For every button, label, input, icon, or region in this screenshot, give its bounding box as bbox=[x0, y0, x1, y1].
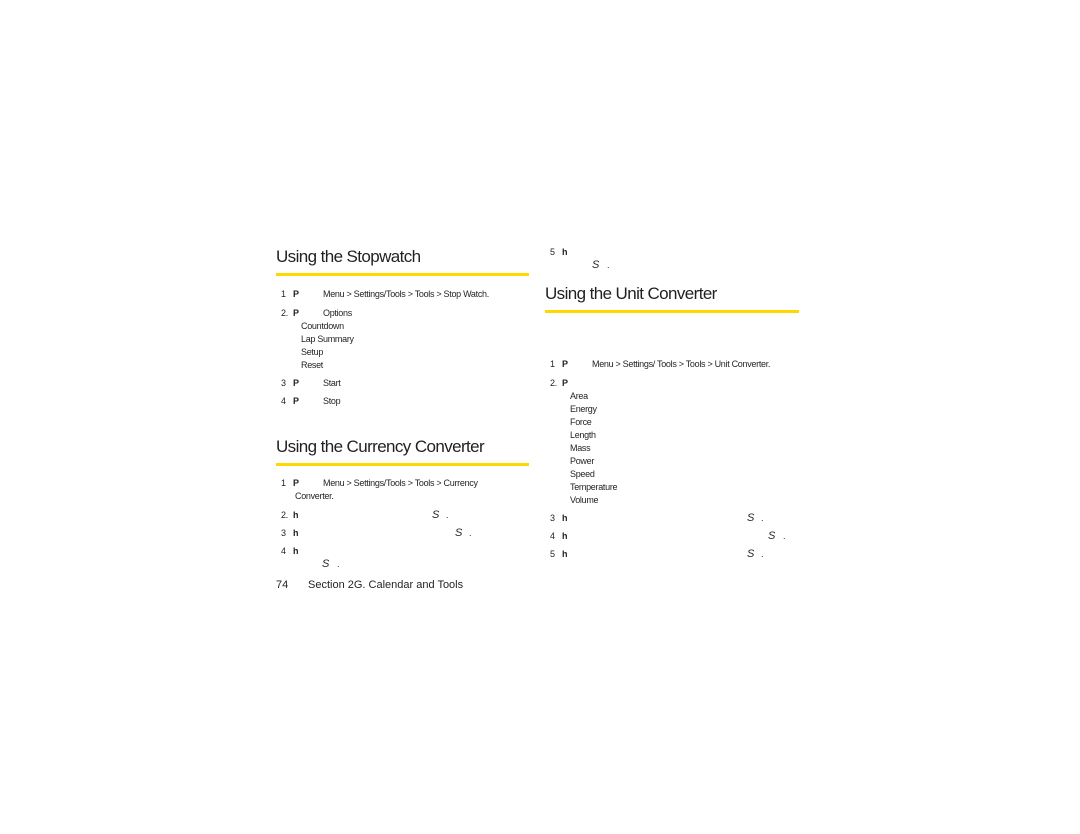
stopwatch-step-3: 3 P Start bbox=[276, 377, 529, 390]
step-number: 3 bbox=[550, 513, 555, 523]
press-key-icon: P bbox=[293, 478, 299, 488]
option-mass: Mass bbox=[570, 443, 591, 453]
softkey-icon: S bbox=[592, 259, 600, 271]
option-temperature: Temperature bbox=[570, 482, 618, 492]
unit-step-5: 5 h S . bbox=[545, 548, 799, 561]
section-title: Section 2G. Calendar and Tools bbox=[308, 579, 464, 591]
stopwatch-heading: Using the Stopwatch bbox=[276, 247, 421, 266]
option-area: Area bbox=[570, 391, 588, 401]
right-column: 5 h S . Using the Unit Converter 1 P Men… bbox=[545, 246, 799, 561]
step-number: 4 bbox=[281, 396, 286, 406]
stopwatch-step-4: 4 P Stop bbox=[276, 395, 529, 421]
press-key-icon: P bbox=[293, 289, 299, 299]
option-reset: Reset bbox=[301, 360, 324, 370]
currency-heading: Using the Currency Converter bbox=[276, 437, 485, 456]
step-text: Menu > Settings/ Tools > Tools > Unit Co… bbox=[592, 359, 771, 369]
heading-rule bbox=[276, 273, 529, 276]
step-number: 5 bbox=[550, 247, 555, 257]
step-text: Menu > Settings/Tools > Tools > Stop Wat… bbox=[323, 289, 489, 299]
unit-heading: Using the Unit Converter bbox=[545, 284, 717, 303]
heading-rule bbox=[276, 463, 529, 466]
option-setup: Setup bbox=[301, 347, 324, 357]
step-number: 3 bbox=[281, 378, 286, 388]
step-number: 2. bbox=[281, 308, 288, 318]
option-volume: Volume bbox=[570, 495, 599, 505]
step-number: 3 bbox=[281, 528, 286, 538]
step-text: . bbox=[337, 559, 340, 569]
press-key-icon: P bbox=[562, 359, 568, 369]
option-energy: Energy bbox=[570, 404, 597, 414]
step-text: Options bbox=[323, 308, 352, 318]
unit-options-list: Area Energy Force Length Mass Power Spee… bbox=[545, 390, 799, 507]
step-text: Stop bbox=[323, 396, 341, 406]
currency-step-5: 5 h S . bbox=[545, 246, 799, 272]
step-text: . bbox=[446, 510, 449, 520]
option-speed: Speed bbox=[570, 469, 595, 479]
option-lap-summary: Lap Summary bbox=[301, 334, 354, 344]
step-number: 2. bbox=[550, 378, 557, 388]
softkey-icon: S bbox=[455, 527, 463, 539]
press-key-icon: P bbox=[562, 378, 568, 388]
stopwatch-step-1: 1 P Menu > Settings/Tools > Tools > Stop… bbox=[276, 288, 529, 301]
highlight-icon: h bbox=[293, 510, 299, 520]
step-number: 1 bbox=[550, 359, 555, 369]
option-length: Length bbox=[570, 430, 596, 440]
page-number: 74 bbox=[276, 579, 289, 591]
step-text: . bbox=[783, 531, 786, 541]
press-key-icon: P bbox=[293, 308, 299, 318]
unit-step-1: 1 P Menu > Settings/ Tools > Tools > Uni… bbox=[545, 358, 799, 371]
highlight-icon: h bbox=[562, 513, 568, 523]
option-force: Force bbox=[570, 417, 592, 427]
left-column: Using the Stopwatch 1 P Menu > Settings/… bbox=[276, 246, 529, 571]
step-number: 5 bbox=[550, 549, 555, 559]
softkey-icon: S bbox=[747, 512, 755, 524]
softkey-icon: S bbox=[768, 530, 776, 542]
unit-intro bbox=[545, 324, 799, 350]
step-number: 1 bbox=[281, 478, 286, 488]
step-text: . bbox=[469, 528, 472, 538]
highlight-icon: h bbox=[562, 549, 568, 559]
currency-step-4: 4 h S . bbox=[276, 545, 529, 571]
currency-step-1: 1 P Menu > Settings/Tools > Tools > Curr… bbox=[276, 477, 529, 503]
currency-step-2: 2. h S . bbox=[276, 509, 529, 522]
option-countdown: Countdown bbox=[301, 321, 344, 331]
highlight-icon: h bbox=[562, 531, 568, 541]
stopwatch-step-2: 2. P Options bbox=[276, 307, 529, 320]
highlight-icon: h bbox=[293, 546, 299, 556]
unit-step-3: 3 h S . bbox=[545, 512, 799, 525]
softkey-icon: S bbox=[432, 509, 440, 521]
softkey-icon: S bbox=[322, 558, 330, 570]
press-key-icon: P bbox=[293, 396, 299, 406]
step-number: 4 bbox=[550, 531, 555, 541]
currency-step-3: 3 h S . bbox=[276, 527, 529, 540]
press-key-icon: P bbox=[293, 378, 299, 388]
option-power: Power bbox=[570, 456, 595, 466]
step-text: . bbox=[761, 549, 764, 559]
softkey-icon: S bbox=[747, 548, 755, 560]
step-text: Menu > Settings/Tools > Tools > Currency bbox=[323, 478, 478, 488]
highlight-icon: h bbox=[562, 247, 568, 257]
step-text: Start bbox=[323, 378, 341, 388]
unit-step-2: 2. P bbox=[545, 377, 799, 390]
step-number: 4 bbox=[281, 546, 286, 556]
step-text: . bbox=[607, 260, 610, 270]
unit-step-4: 4 h S . bbox=[545, 530, 799, 543]
step-number: 1 bbox=[281, 289, 286, 299]
step-text: . bbox=[761, 513, 764, 523]
stopwatch-options-list: Countdown Lap Summary Setup Reset bbox=[276, 320, 529, 372]
heading-rule bbox=[545, 310, 799, 313]
step-number: 2. bbox=[281, 510, 288, 520]
highlight-icon: h bbox=[293, 528, 299, 538]
step-text-cont: Converter. bbox=[295, 491, 334, 501]
